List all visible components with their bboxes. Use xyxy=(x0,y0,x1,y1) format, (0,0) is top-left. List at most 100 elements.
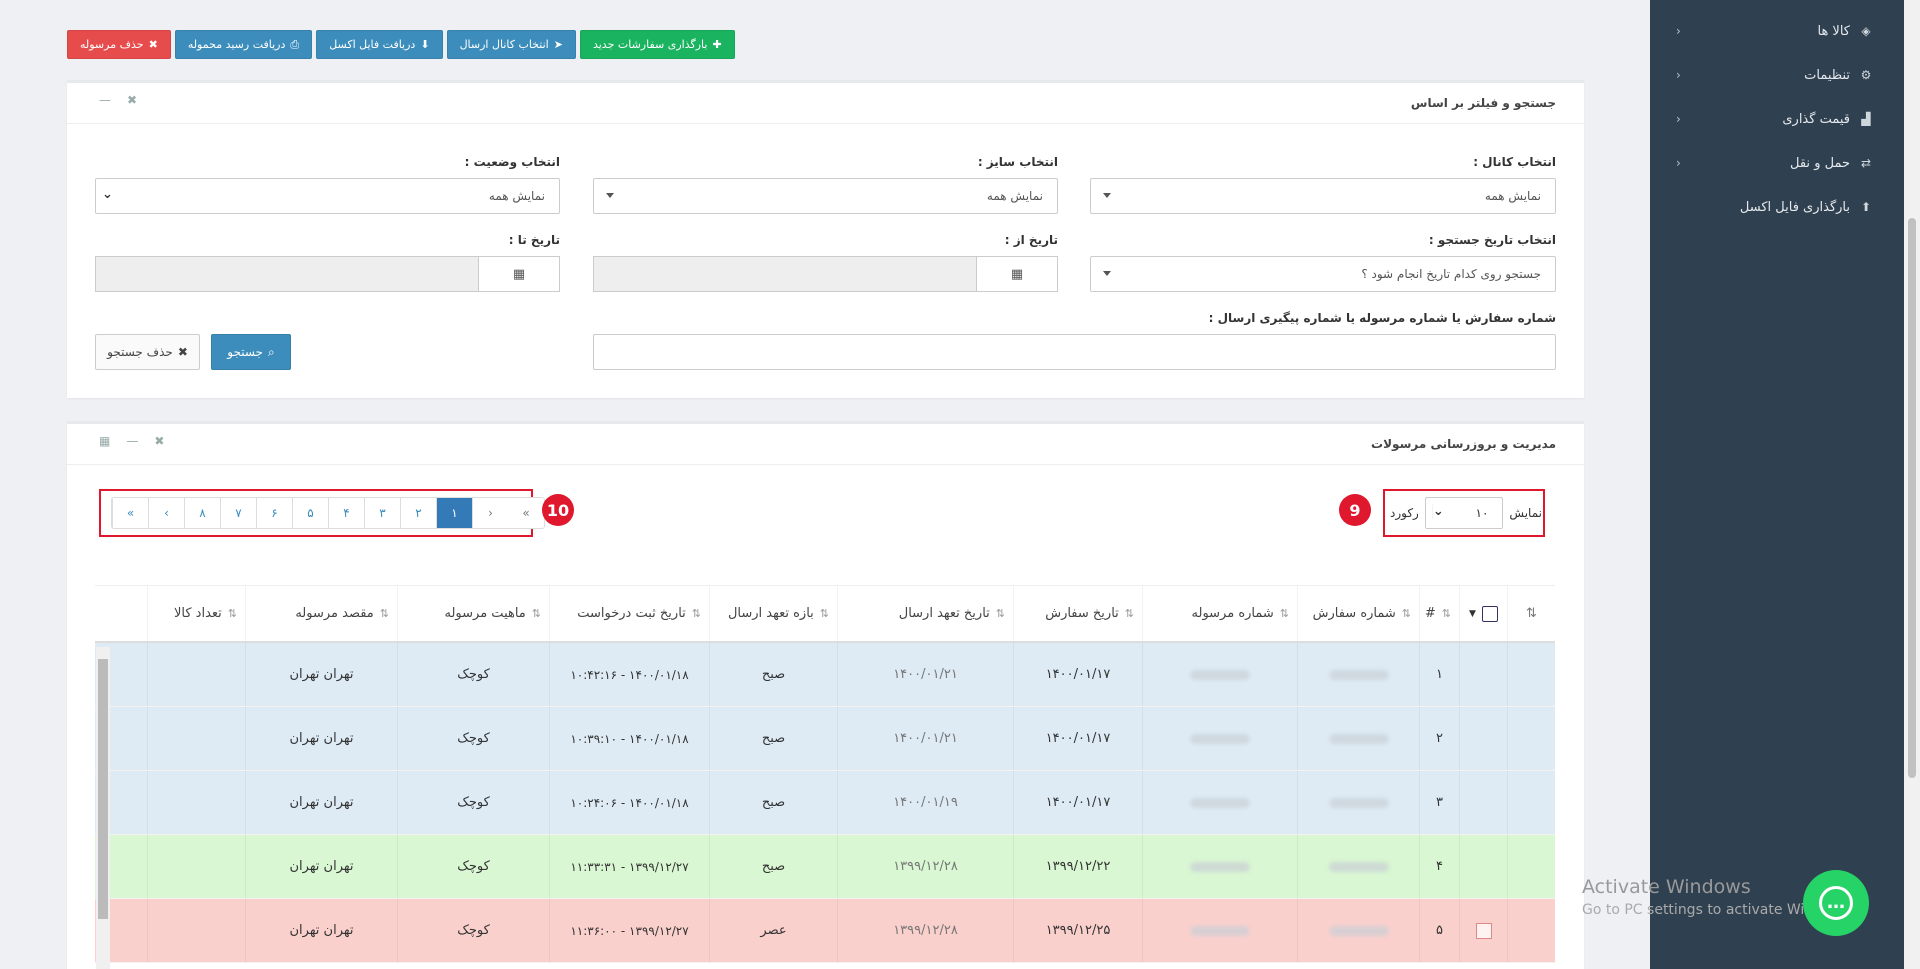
page-1-button[interactable]: ۱ xyxy=(436,498,472,528)
page-8-button[interactable]: ۸ xyxy=(184,498,220,528)
date-from-input[interactable]: ▦ xyxy=(593,256,1058,292)
col-header-item-count[interactable]: ⇅ تعداد کالا xyxy=(147,586,245,641)
page-4-button[interactable]: ۴ xyxy=(328,498,364,528)
status-select-value: نمایش همه xyxy=(488,189,545,203)
select-channel-button[interactable]: ➤ انتخاب کانال ارسال xyxy=(446,30,576,59)
filter-panel: جستجو و فیلتر بر اساس ✖ — انتخاب کانال :… xyxy=(67,80,1584,398)
channel-select[interactable]: نمایش همه xyxy=(1090,178,1556,214)
order-number-input[interactable] xyxy=(593,334,1556,370)
date-type-label: انتخاب تاریخ جستجو : xyxy=(1428,233,1556,247)
col-header-order-number[interactable]: ⇅ شماره سفارش xyxy=(1297,586,1419,641)
calendar-icon[interactable]: ▦ xyxy=(977,257,1057,291)
col-header-destination[interactable]: ⇅ مقصد مرسوله xyxy=(245,586,397,641)
rows-per-page-control: نمایش ۱۰ ⌄ رکورد xyxy=(1390,497,1542,529)
upload-orders-button[interactable]: ✚ بارگذاری سفارشات جدید xyxy=(579,30,735,59)
col-header-commit-date[interactable]: ⇅ تاریخ تعهد ارسال xyxy=(837,586,1013,641)
page-last-button[interactable]: » xyxy=(112,498,148,528)
page-scrollbar-thumb[interactable] xyxy=(1908,218,1916,778)
select-all-checkbox[interactable] xyxy=(1481,605,1498,622)
row-select-cell[interactable] xyxy=(1459,643,1507,706)
commit-slot-cell: عصر xyxy=(709,899,837,962)
table-row[interactable]: ۴ ۱۳۹۹/۱۲/۲۲ ۱۳۹۹/۱۲/۲۸ صبح ۱۳۹۹/۱۲/۲۷ -… xyxy=(95,835,1555,899)
upload-orders-label: بارگذاری سفارشات جدید xyxy=(592,38,708,51)
select-all-header[interactable]: ▼ xyxy=(1459,586,1507,641)
chat-widget-button[interactable]: … xyxy=(1803,870,1869,936)
sidebar-item-transport[interactable]: ⇄ حمل و نقل ‹ xyxy=(1650,141,1904,185)
shipment-type-cell: کوچک xyxy=(397,899,549,962)
redacted-value xyxy=(1328,733,1389,744)
shipment-number-cell xyxy=(1142,643,1297,706)
row-select-cell[interactable] xyxy=(1459,835,1507,898)
search-button[interactable]: ⌕ جستجو xyxy=(211,334,291,370)
shipment-number-cell xyxy=(1142,899,1297,962)
sort-icon: ⇅ xyxy=(1124,607,1134,620)
date-to-input[interactable]: ▦ xyxy=(95,256,560,292)
page-prev-button[interactable]: ‹ xyxy=(472,498,508,528)
page-first-button[interactable]: » xyxy=(508,498,544,528)
col-header-shipment-type[interactable]: ⇅ ماهیت مرسوله xyxy=(397,586,549,641)
delete-shipment-button[interactable]: ✖ حذف مرسوله xyxy=(67,30,171,59)
clear-search-label: حذف جستجو xyxy=(107,345,173,359)
sort-column-header[interactable]: ⇅ xyxy=(1507,586,1555,641)
delete-shipment-label: حذف مرسوله xyxy=(80,38,144,51)
order-number-label: شماره سفارش یا شماره مرسوله یا شماره پیگ… xyxy=(1208,311,1556,325)
table-scrollbar-thumb[interactable] xyxy=(98,659,108,919)
col-header-shipment-number[interactable]: ⇅ شماره مرسوله xyxy=(1142,586,1297,641)
caret-down-icon: ▼ xyxy=(1469,608,1476,619)
sidebar-item-pricing[interactable]: ▟ قیمت گذاری ‹ xyxy=(1650,97,1904,141)
page-5-button[interactable]: ۵ xyxy=(292,498,328,528)
page-6-button[interactable]: ۶ xyxy=(256,498,292,528)
size-select[interactable]: نمایش همه xyxy=(593,178,1058,214)
page-3-button[interactable]: ۳ xyxy=(364,498,400,528)
record-label: رکورد xyxy=(1390,506,1419,520)
page-next-button[interactable]: › xyxy=(148,498,184,528)
table-row[interactable]: ۲ ۱۴۰۰/۰۱/۱۷ ۱۴۰۰/۰۱/۲۱ صبح ۱۴۰۰/۰۱/۱۸ -… xyxy=(95,707,1555,771)
row-checkbox[interactable] xyxy=(1475,922,1492,939)
table-row[interactable]: ۵ ۱۳۹۹/۱۲/۲۵ ۱۳۹۹/۱۲/۲۸ عصر ۱۳۹۹/۱۲/۲۷ -… xyxy=(95,899,1555,963)
page-scrollbar[interactable] xyxy=(1904,0,1920,969)
collapse-icon[interactable]: — xyxy=(126,434,138,448)
col-header-request-date[interactable]: ⇅ تاریخ ثبت درخواست xyxy=(549,586,709,641)
date-type-select[interactable]: جستجو روی کدام تاریخ انجام شود ؟ xyxy=(1090,256,1556,292)
destination-cell: تهران تهران xyxy=(245,835,397,898)
status-select[interactable]: نمایش همه ⌄ xyxy=(95,178,560,214)
rows-per-page-select[interactable]: ۱۰ ⌄ xyxy=(1424,497,1504,529)
table-scrollbar[interactable] xyxy=(96,647,110,969)
sidebar-item-label: کالا ها xyxy=(1817,23,1850,39)
table-row[interactable]: ۱ ۱۴۰۰/۰۱/۱۷ ۱۴۰۰/۰۱/۲۱ صبح ۱۴۰۰/۰۱/۱۸ -… xyxy=(95,643,1555,707)
request-date-cell: ۱۴۰۰/۰۱/۱۸ - ۱۰:۲۴:۰۶ xyxy=(549,771,709,834)
sidebar-item-settings[interactable]: ⚙ تنظیمات ‹ xyxy=(1650,53,1904,97)
row-select-cell[interactable] xyxy=(1459,771,1507,834)
date-to-field[interactable] xyxy=(96,257,479,291)
commit-slot-cell: صبح xyxy=(709,771,837,834)
table-row[interactable]: ۳ ۱۴۰۰/۰۱/۱۷ ۱۴۰۰/۰۱/۱۹ صبح ۱۴۰۰/۰۱/۱۸ -… xyxy=(95,771,1555,835)
filter-panel-header: جستجو و فیلتر بر اساس ✖ — xyxy=(67,83,1584,124)
redacted-value xyxy=(1190,925,1250,936)
annotation-badge-10: 10 xyxy=(542,494,574,526)
row-select-cell[interactable] xyxy=(1459,899,1507,962)
close-icon[interactable]: ✖ xyxy=(127,93,137,107)
sidebar-item-products[interactable]: ◈ کالا ها ‹ xyxy=(1650,9,1904,53)
col-header-index[interactable]: ⇅ # xyxy=(1419,586,1459,641)
page-7-button[interactable]: ۷ xyxy=(220,498,256,528)
date-from-field[interactable] xyxy=(594,257,977,291)
shipment-type-cell: کوچک xyxy=(397,835,549,898)
col-header-commit-slot[interactable]: ⇅ بازه تعهد ارسال xyxy=(709,586,837,641)
row-select-cell[interactable] xyxy=(1459,707,1507,770)
page-2-button[interactable]: ۲ xyxy=(400,498,436,528)
get-receipt-button[interactable]: ⎙ دریافت رسید محموله xyxy=(174,30,313,59)
redacted-value xyxy=(1190,733,1250,744)
download-excel-button[interactable]: ⬇ دریافت فایل اکسل xyxy=(316,30,443,59)
close-icon[interactable]: ✖ xyxy=(154,434,164,448)
calendar-icon[interactable]: ▦ xyxy=(479,257,559,291)
commit-slot-cell: صبح xyxy=(709,835,837,898)
select-channel-label: انتخاب کانال ارسال xyxy=(459,38,549,51)
col-header-order-date[interactable]: ⇅ تاریخ سفارش xyxy=(1013,586,1142,641)
filter-panel-tools: ✖ — xyxy=(99,93,137,107)
row-sort-cell xyxy=(1507,899,1555,962)
clear-search-button[interactable]: ✖ حذف جستجو xyxy=(95,334,200,370)
collapse-icon[interactable]: — xyxy=(99,93,111,107)
order-number-cell xyxy=(1297,899,1419,962)
sidebar-item-excel-upload[interactable]: ⬆ بارگذاری فایل اکسل xyxy=(1650,185,1904,229)
table-icon[interactable]: ▦ xyxy=(99,434,110,448)
